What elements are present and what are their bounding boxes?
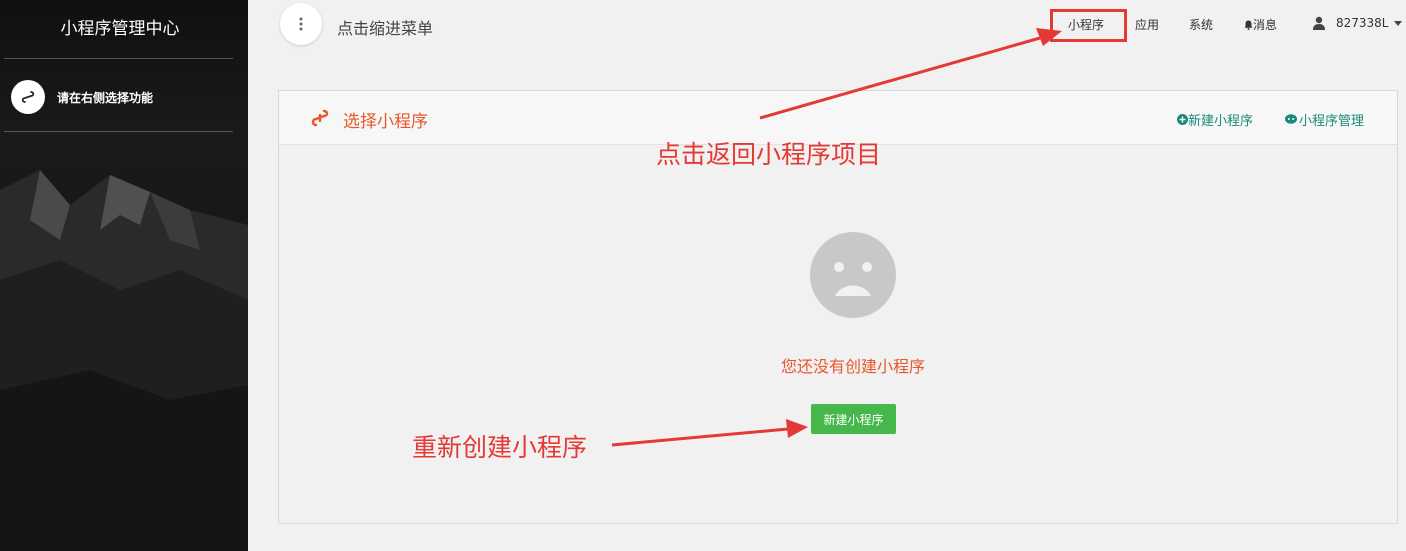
manage-miniprogram-label: 小程序管理 <box>1299 114 1365 129</box>
username: 827338L <box>1336 16 1389 30</box>
vertical-dots-icon <box>299 17 303 31</box>
user-icon <box>1313 16 1325 30</box>
mountain-background <box>0 170 248 551</box>
divider <box>4 131 233 132</box>
nav-messages[interactable]: 消息 <box>1244 16 1277 33</box>
new-miniprogram-label: 新建小程序 <box>1188 114 1254 129</box>
panel-title: 选择小程序 <box>343 112 428 132</box>
miniprogram-icon <box>11 80 45 114</box>
nav-system[interactable]: 系统 <box>1189 16 1213 33</box>
annotation-highlight-box <box>1050 9 1127 42</box>
chat-icon <box>1285 114 1297 124</box>
annotation-recreate-miniprogram: 重新创建小程序 <box>412 433 588 462</box>
manage-miniprogram-link[interactable]: 小程序管理 <box>1285 110 1364 129</box>
sidebar-title: 小程序管理中心 <box>60 19 180 39</box>
annotation-return-miniprogram: 点击返回小程序项目 <box>656 140 882 169</box>
sad-face-icon <box>810 232 896 318</box>
caret-down-icon <box>1393 20 1402 26</box>
miniprogram-icon <box>311 109 329 127</box>
empty-state-text: 您还没有创建小程序 <box>780 357 925 376</box>
divider <box>4 58 233 59</box>
bell-icon <box>1244 20 1253 30</box>
sidebar: 小程序管理中心 请在右侧选择功能 <box>0 0 248 551</box>
nav-app[interactable]: 应用 <box>1135 16 1159 33</box>
collapse-menu-label: 点击缩进菜单 <box>337 19 434 38</box>
user-menu[interactable]: 827338L <box>1312 16 1402 30</box>
collapse-menu-button[interactable] <box>280 3 322 45</box>
plus-circle-icon <box>1177 114 1188 125</box>
sidebar-item-label: 请在右侧选择功能 <box>57 90 154 105</box>
new-miniprogram-link[interactable]: 新建小程序 <box>1177 110 1253 129</box>
create-miniprogram-button[interactable]: 新建小程序 <box>811 404 896 434</box>
sidebar-item-select-function[interactable]: 请在右侧选择功能 <box>11 80 231 114</box>
nav-messages-label: 消息 <box>1253 18 1278 32</box>
